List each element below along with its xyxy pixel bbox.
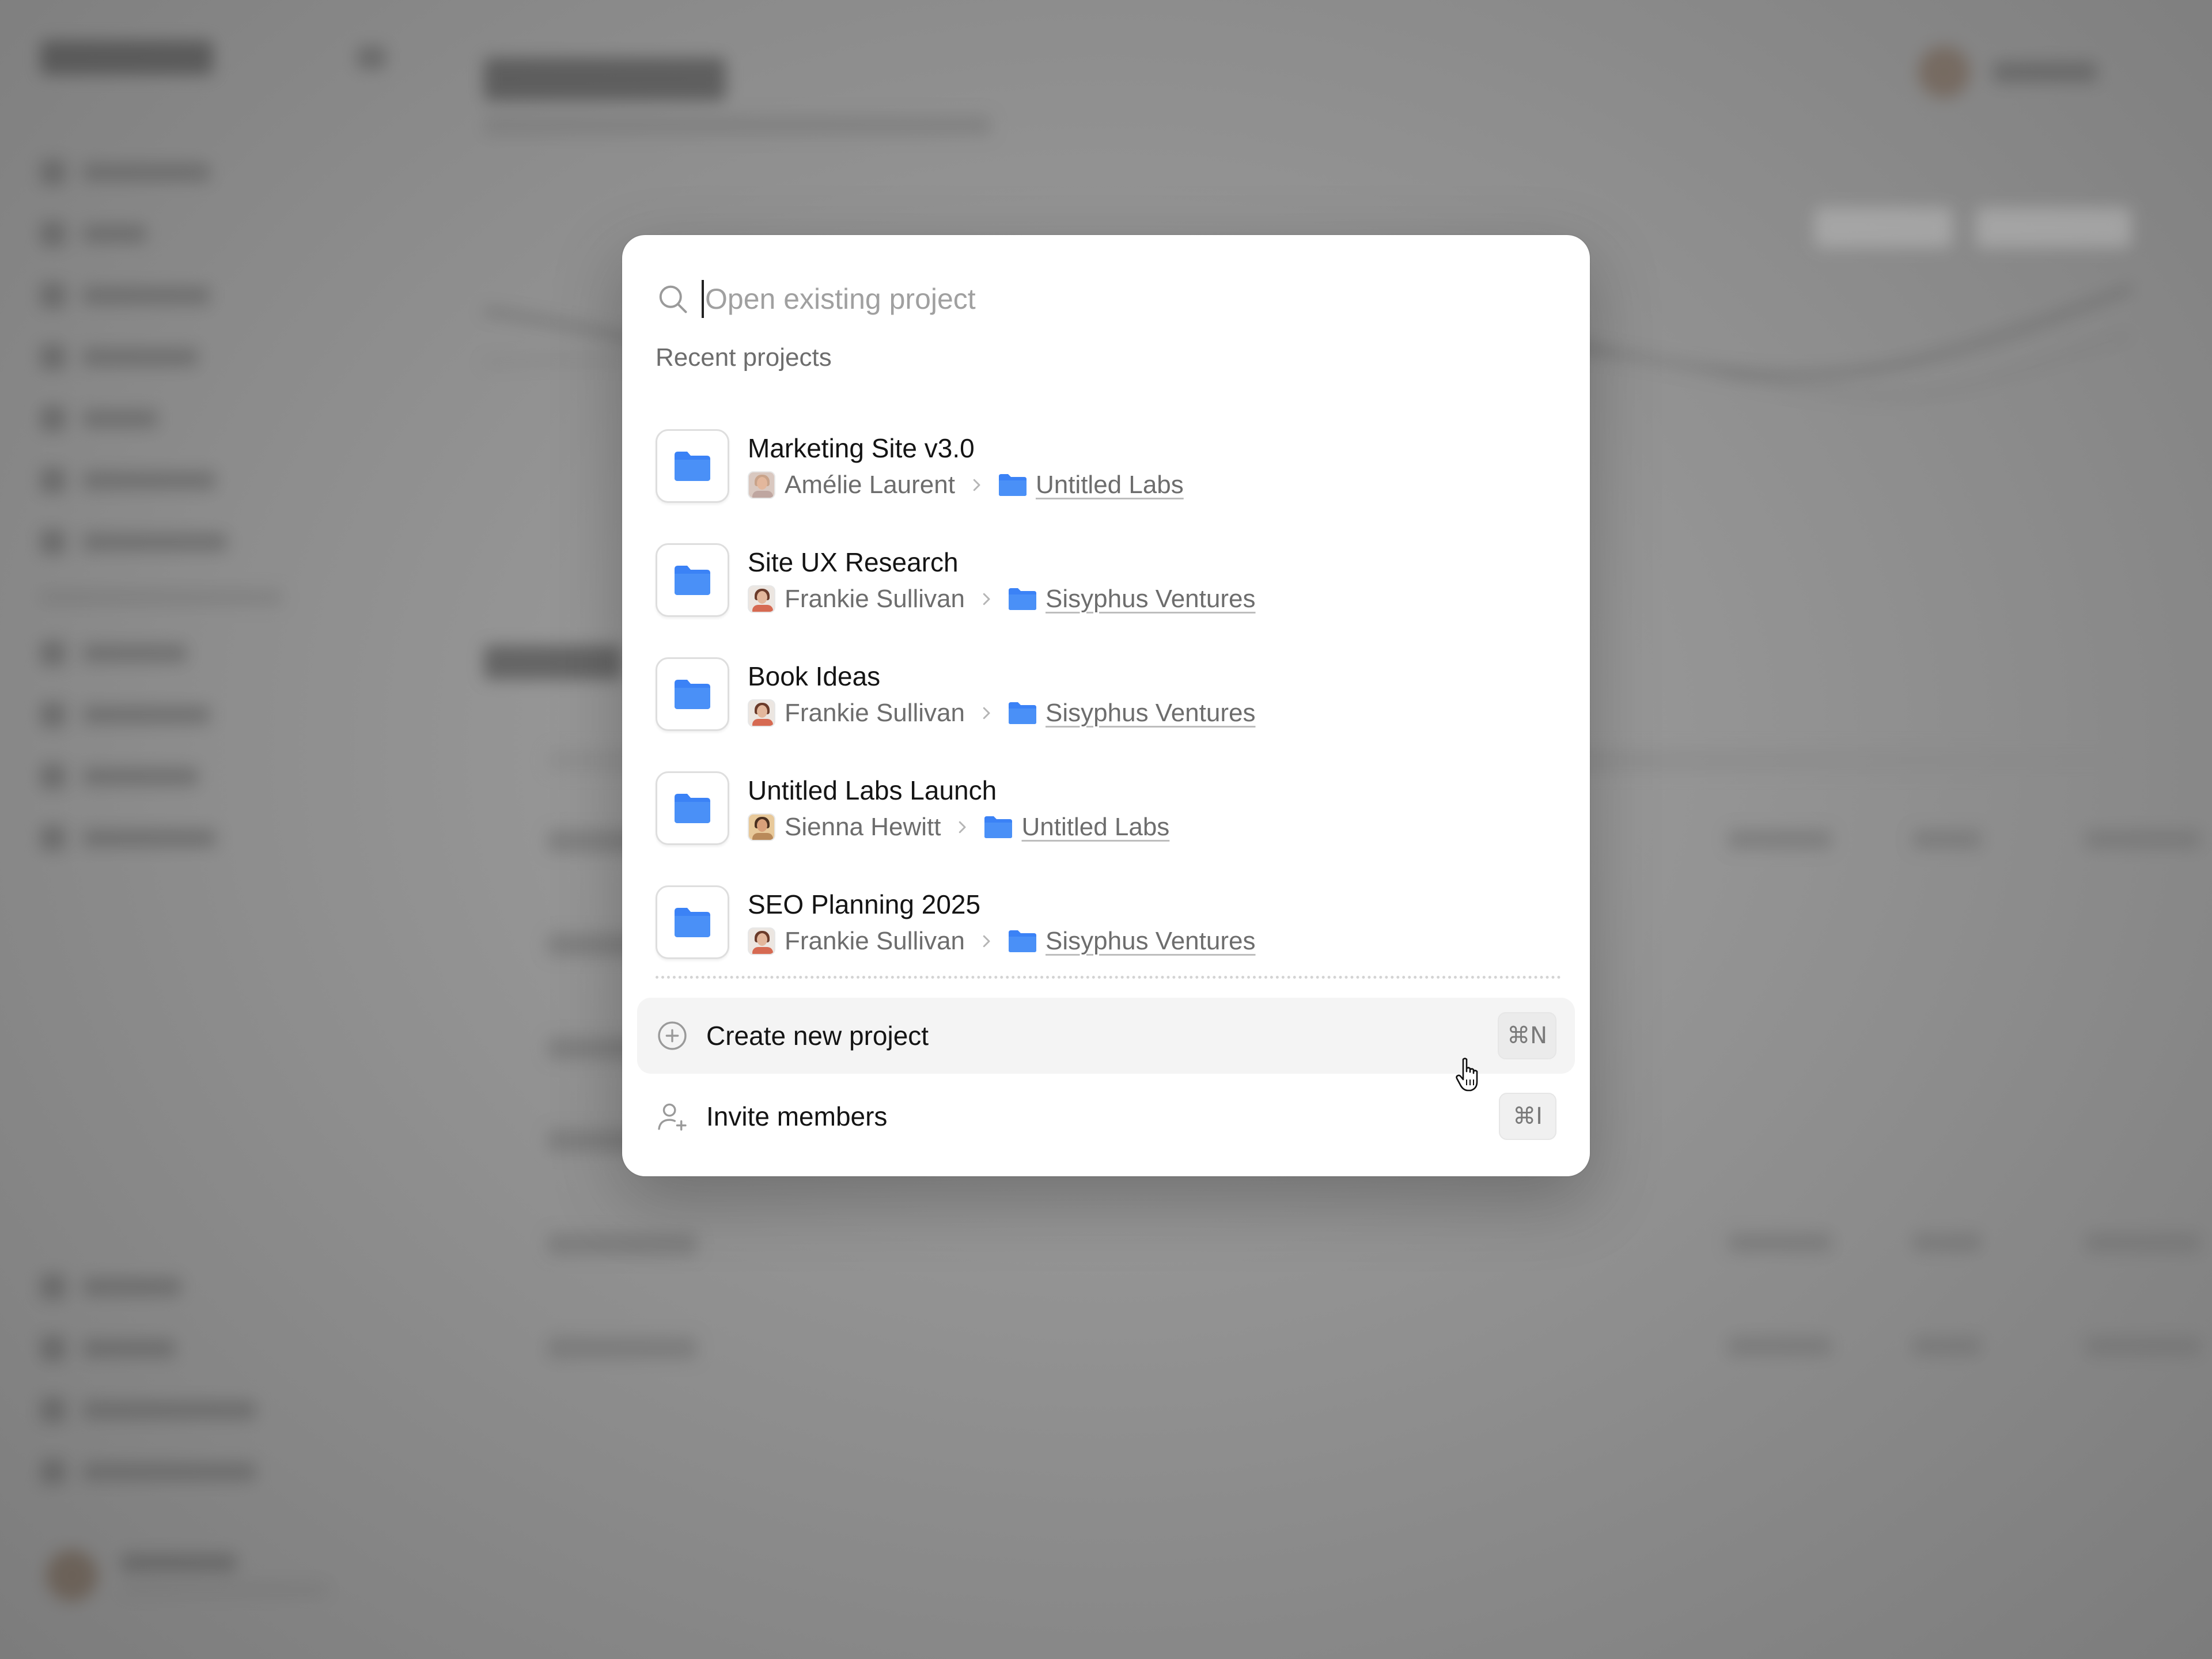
project-name: Book Ideas: [748, 661, 881, 691]
project-item[interactable]: Book Ideas Frankie Sullivan Sisyphus Ven…: [656, 637, 1566, 751]
background-logo: [40, 40, 213, 75]
project-name: Marketing Site v3.0: [748, 433, 975, 463]
avatar: [748, 813, 775, 841]
chevron-right-icon: [973, 479, 980, 491]
owner-name: Frankie Sullivan: [785, 699, 965, 727]
chevron-right-icon: [983, 707, 990, 719]
search-bar: [656, 267, 1556, 331]
folder-icon: [656, 543, 729, 617]
invite-members-label: Invite members: [706, 1101, 888, 1131]
project-name: Site UX Research: [748, 547, 959, 577]
org-link[interactable]: Sisyphus Ventures: [1046, 699, 1255, 728]
command-palette-modal: Recent projects Marketing Site v3.0 Amél…: [622, 235, 1590, 1176]
search-input[interactable]: [705, 279, 1454, 319]
folder-icon: [1009, 702, 1037, 724]
project-item[interactable]: SEO Planning 2025 Frankie Sullivan Sisyp…: [656, 865, 1566, 979]
shortcut-badge: ⌘N: [1498, 1012, 1556, 1059]
text-caret: [702, 280, 704, 318]
owner-name: Sienna Hewitt: [785, 813, 941, 841]
chevron-right-icon: [959, 821, 966, 834]
user-plus-icon: [658, 1103, 687, 1131]
project-name: Untitled Labs Launch: [748, 775, 997, 805]
owner-name: Frankie Sullivan: [785, 927, 965, 955]
folder-icon: [656, 771, 729, 845]
owner-name: Amélie Laurent: [785, 471, 955, 499]
create-new-project-label: Create new project: [706, 1021, 929, 1051]
hand-cursor-icon: [1456, 1058, 1478, 1092]
org-link[interactable]: Sisyphus Ventures: [1046, 585, 1255, 613]
background-collapse-icon: [357, 46, 386, 69]
folder-icon: [984, 816, 1013, 838]
project-item[interactable]: Marketing Site v3.0 Amélie Laurent Untit…: [656, 409, 1566, 523]
invite-members-button[interactable]: Invite members ⌘I: [637, 1078, 1575, 1154]
org-link[interactable]: Untitled Labs: [1036, 471, 1184, 499]
project-item[interactable]: Site UX Research Frankie Sullivan Sisyph…: [656, 523, 1566, 637]
dotted-divider: [656, 976, 1561, 979]
create-new-project-button[interactable]: Create new project ⌘N: [637, 998, 1575, 1074]
org-link[interactable]: Sisyphus Ventures: [1046, 927, 1255, 956]
avatar: [748, 585, 775, 613]
avatar: [748, 471, 775, 499]
avatar: [748, 927, 775, 955]
shortcut-badge: ⌘I: [1499, 1093, 1556, 1140]
plus-circle-icon: [658, 1021, 687, 1050]
recent-projects-list: Marketing Site v3.0 Amélie Laurent Untit…: [656, 409, 1566, 979]
org-link[interactable]: Untitled Labs: [1021, 813, 1169, 842]
folder-icon: [1009, 930, 1037, 952]
project-item[interactable]: Untitled Labs Launch Sienna Hewitt Untit…: [656, 751, 1566, 865]
chevron-right-icon: [983, 935, 990, 948]
chevron-right-icon: [983, 593, 990, 605]
avatar: [748, 699, 775, 727]
search-icon: [659, 285, 687, 313]
folder-icon: [1009, 588, 1037, 610]
background-bottom-nav: [40, 1256, 386, 1502]
background-user: [46, 1550, 328, 1601]
owner-name: Frankie Sullivan: [785, 585, 965, 613]
background-sidebar: [0, 0, 426, 1659]
recent-projects-heading: Recent projects: [656, 343, 832, 372]
folder-icon: [656, 657, 729, 731]
background-nav: [40, 141, 386, 869]
folder-icon: [656, 885, 729, 959]
folder-icon: [998, 474, 1027, 496]
folder-icon: [656, 429, 729, 503]
project-name: SEO Planning 2025: [748, 889, 981, 919]
